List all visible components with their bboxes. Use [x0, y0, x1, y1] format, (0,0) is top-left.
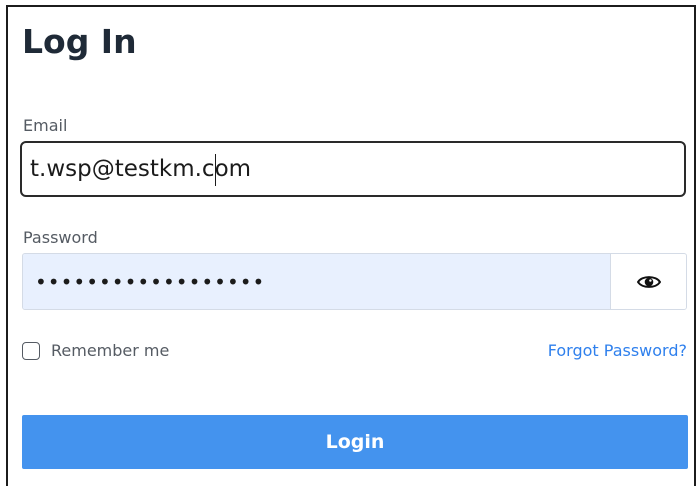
login-button[interactable]: Login	[22, 415, 688, 469]
login-panel-frame	[6, 5, 696, 486]
page-title: Log In	[22, 22, 137, 61]
remember-me-checkbox[interactable]	[22, 341, 40, 360]
remember-me-label: Remember me	[51, 341, 170, 360]
email-label: Email	[23, 116, 68, 135]
email-field[interactable]	[20, 141, 686, 197]
password-field[interactable]	[23, 254, 610, 309]
password-input-group	[22, 253, 687, 310]
password-label: Password	[23, 228, 98, 247]
eye-icon	[636, 275, 661, 288]
forgot-password-link[interactable]: Forgot Password?	[548, 341, 687, 360]
remember-me: Remember me	[22, 341, 169, 360]
text-cursor	[215, 154, 216, 186]
show-password-button[interactable]	[610, 254, 686, 309]
